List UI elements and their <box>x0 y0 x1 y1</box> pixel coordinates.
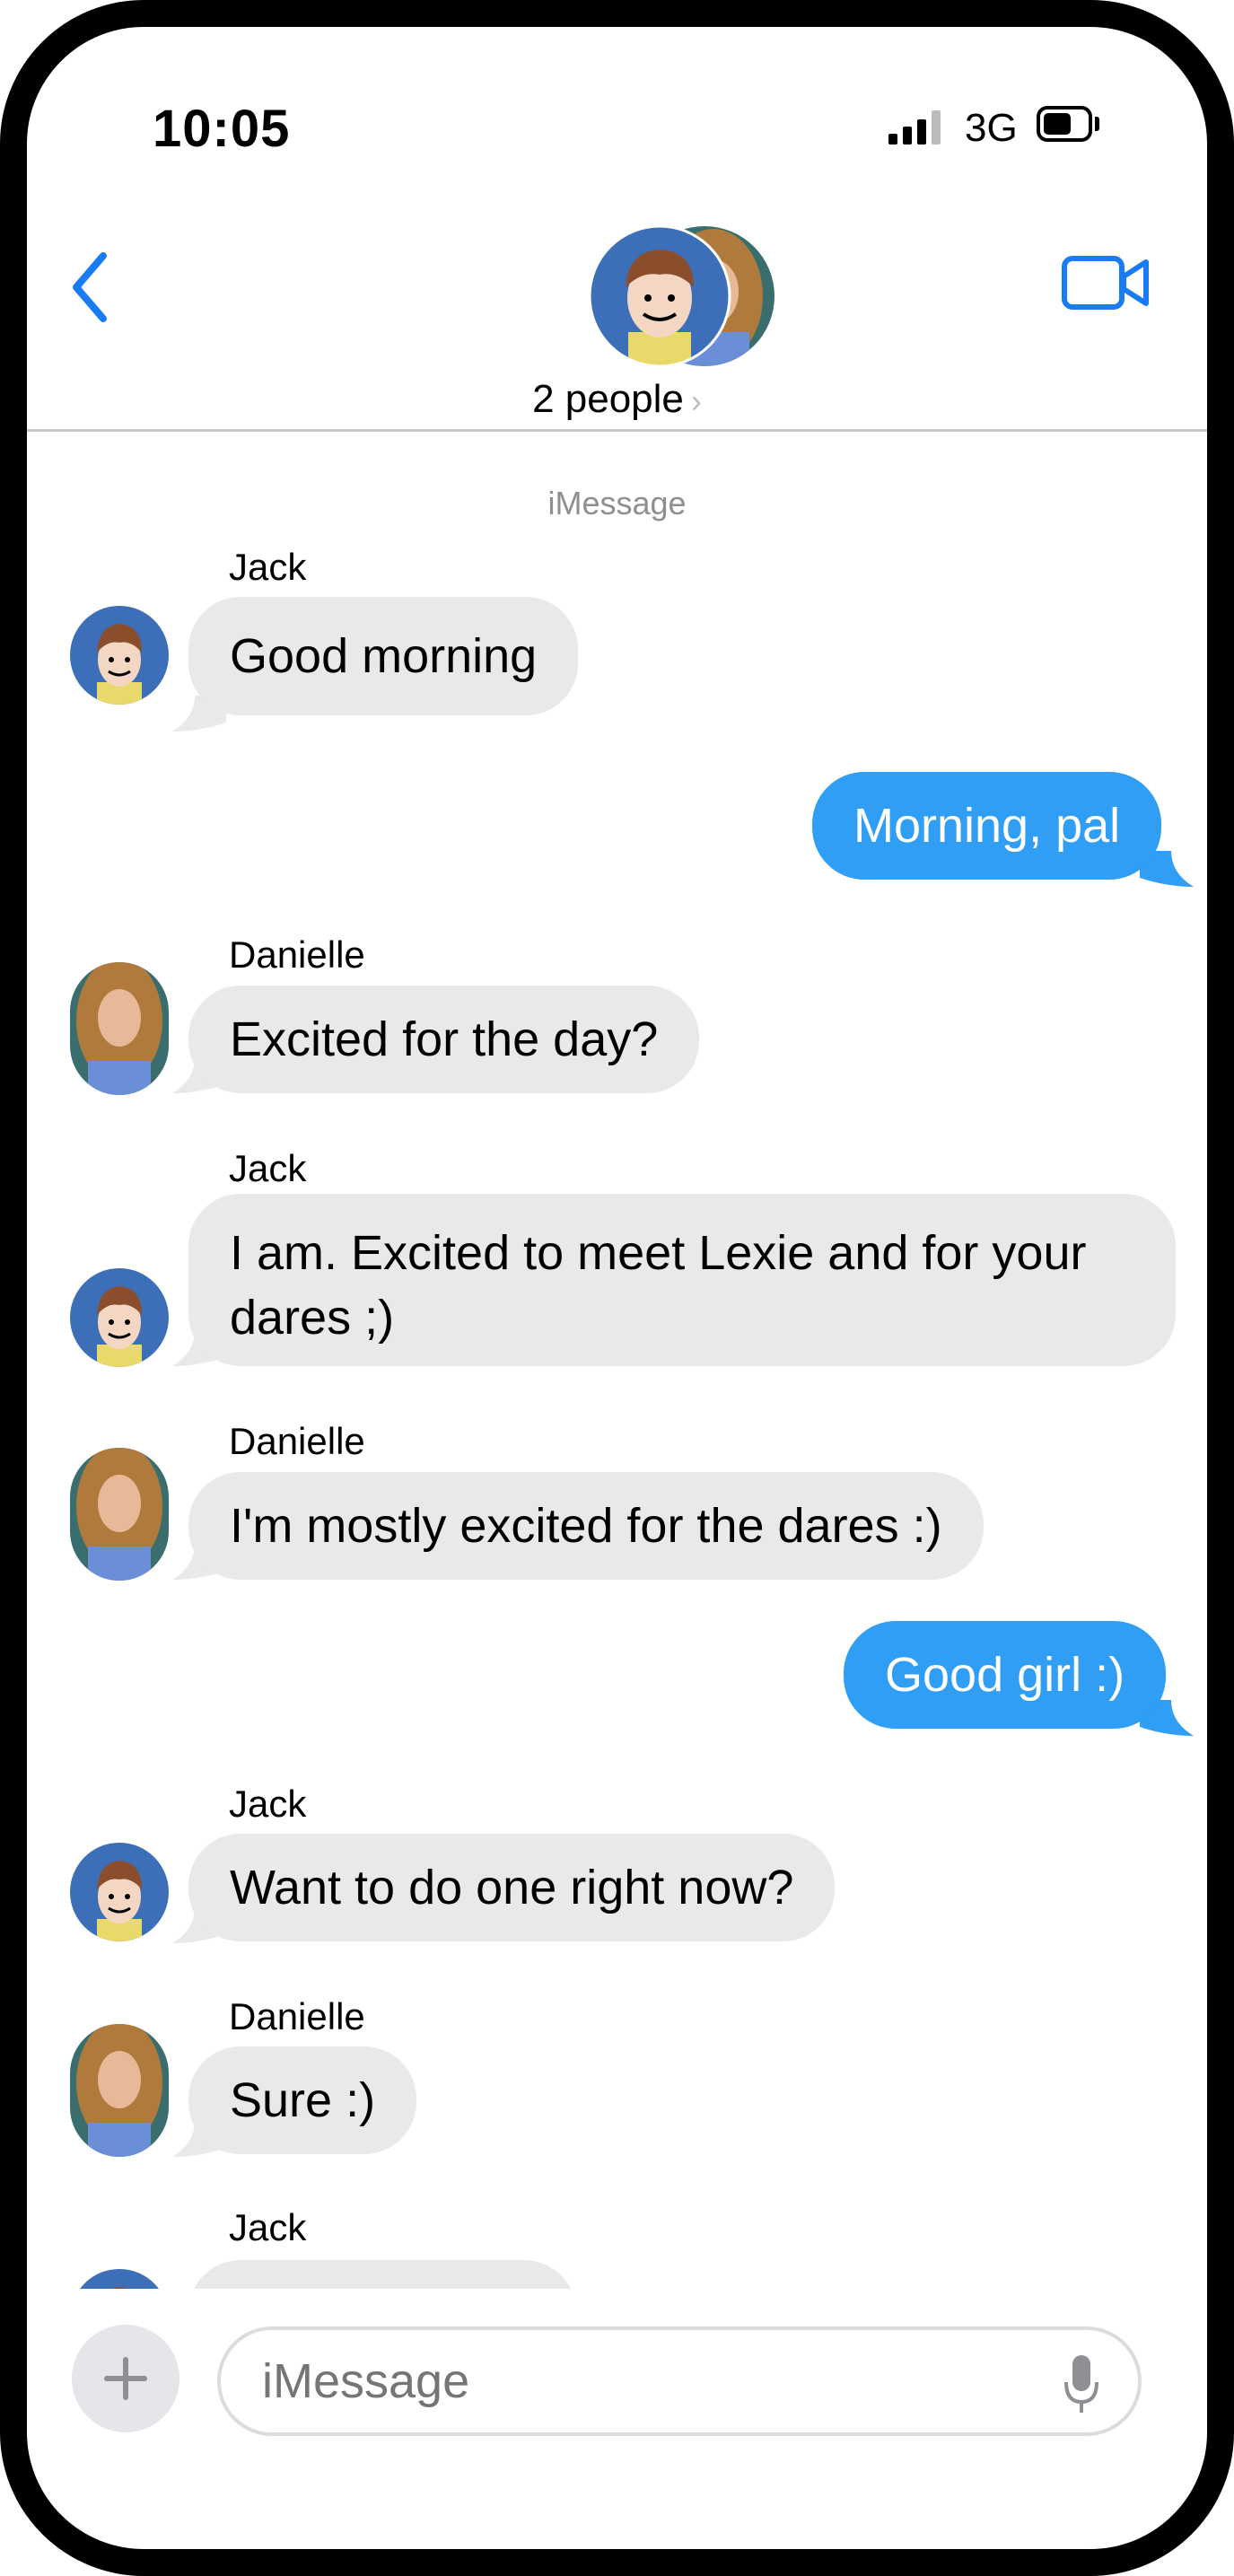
avatar-jack <box>70 1843 169 1941</box>
message-bubble[interactable]: I am. Excited to meet Lexie and for your… <box>188 1194 1176 1366</box>
conversation-header: 2 people › <box>27 197 1207 432</box>
chevron-right-icon: › <box>690 382 702 419</box>
avatar-danielle <box>70 962 169 1095</box>
status-time: 10:05 <box>153 100 291 158</box>
network-type: 3G <box>965 106 1018 150</box>
conversation-title[interactable]: 2 people › <box>27 377 1207 422</box>
signal-icon <box>888 110 941 145</box>
sender-name: Jack <box>229 1147 307 1189</box>
avatar-jack <box>70 606 169 705</box>
message-input[interactable] <box>217 2326 1142 2436</box>
chevron-left-icon[interactable] <box>63 247 117 328</box>
group-avatar[interactable] <box>588 224 776 368</box>
message-bubble[interactable]: Excited for the day? <box>188 986 700 1093</box>
microphone-icon[interactable] <box>1063 2353 1099 2416</box>
title-text: 2 people <box>532 377 684 421</box>
avatar-jack <box>70 1268 169 1367</box>
video-camera-icon[interactable] <box>1061 251 1151 314</box>
message-bubble[interactable]: Good morning <box>188 597 579 715</box>
message-bubble-outgoing[interactable]: Good girl :) <box>844 1621 1167 1729</box>
message-bubble-outgoing[interactable]: Morning, pal <box>812 772 1162 880</box>
sender-name: Danielle <box>229 1420 365 1462</box>
sender-name: Jack <box>229 546 307 588</box>
plus-icon[interactable] <box>72 2325 179 2432</box>
compose-bar <box>27 2289 1207 2436</box>
battery-nub <box>1095 117 1099 131</box>
phone-frame: 10:05 3G 2 people › iMessage Jack Good m… <box>0 0 1234 2576</box>
battery-icon <box>1037 106 1092 142</box>
sender-name: Jack <box>229 1783 307 1825</box>
sender-name: Danielle <box>229 933 365 976</box>
avatar-danielle <box>70 1448 169 1581</box>
sender-name: Jack <box>229 2206 307 2248</box>
message-bubble[interactable]: Want to do one right now? <box>188 1834 836 1941</box>
sender-name: Danielle <box>229 1995 365 2037</box>
message-bubble[interactable]: I'm mostly excited for the dares :) <box>188 1472 984 1580</box>
service-label: iMessage <box>547 485 687 521</box>
avatar-danielle <box>70 2024 169 2157</box>
message-bubble[interactable]: Sure :) <box>188 2046 417 2154</box>
